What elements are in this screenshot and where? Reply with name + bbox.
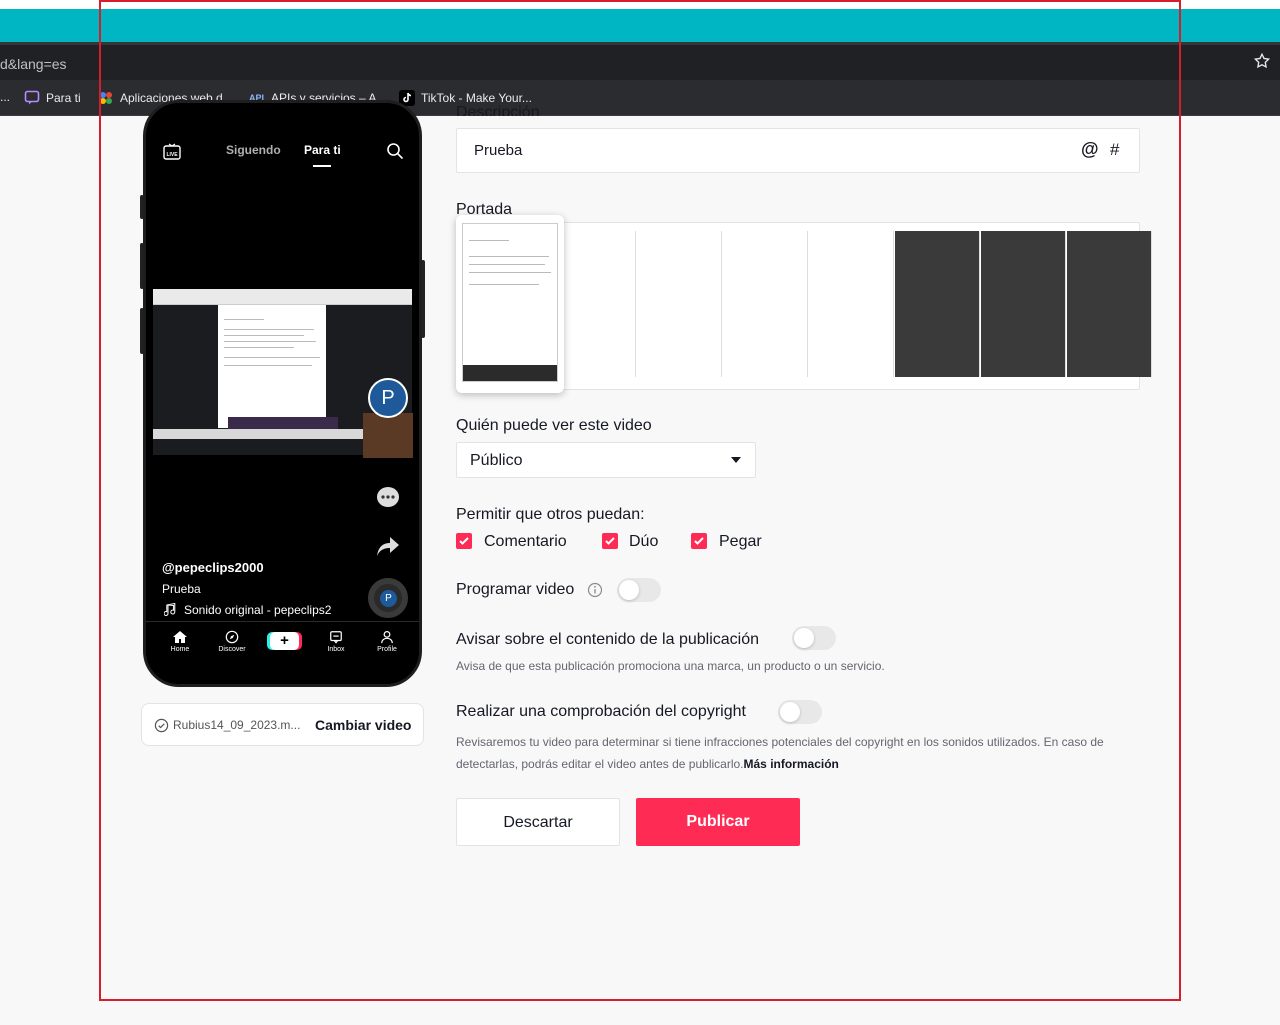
nav-profile: Profile (367, 630, 407, 653)
privacy-select[interactable]: Público (456, 442, 756, 478)
video-game-strip (228, 417, 338, 429)
nav-home: Home (160, 630, 200, 653)
address-text[interactable]: d&lang=es (0, 56, 67, 72)
sound-disc: P (368, 578, 408, 618)
profile-icon (381, 630, 393, 644)
schedule-label: Programar video (456, 581, 575, 598)
tab-for-you: Para ti (304, 143, 341, 157)
phone-preview: LIVE Siguendo Para ti P @pepeclips2000 P… (143, 100, 422, 687)
address-bar[interactable]: d&lang=es (0, 42, 1280, 80)
comment-icon (377, 487, 399, 507)
duet-option-label: Dúo (629, 533, 659, 550)
selected-cover-bottom (463, 365, 557, 381)
privacy-label: Quién puede ver este video (456, 417, 652, 434)
file-name: Rubius14_09_2023.m... (173, 718, 301, 732)
bookmark-item[interactable]: ... (0, 90, 10, 104)
selected-cover-frame[interactable] (456, 215, 564, 393)
check-circle-icon (154, 718, 169, 733)
tab-strip (0, 9, 1280, 42)
video-caption: Prueba (162, 582, 201, 596)
description-value[interactable]: Prueba (474, 142, 522, 159)
check-icon (694, 537, 704, 545)
avatar: P (368, 378, 408, 418)
publish-button[interactable]: Publicar (636, 798, 800, 846)
inbox-icon (330, 631, 342, 644)
copyright-label: Realizar una comprobación del copyright (456, 703, 746, 720)
schedule-toggle[interactable] (617, 578, 661, 602)
streamer-thumbnail (363, 413, 413, 458)
stitch-checkbox[interactable] (691, 533, 707, 549)
discard-button[interactable]: Descartar (456, 798, 620, 846)
video-browser-chrome (153, 289, 412, 305)
bookmark-para-ti[interactable]: Para ti (24, 90, 81, 106)
share-icon (377, 537, 399, 556)
compass-icon (225, 630, 239, 644)
video-taskbar (153, 429, 363, 439)
toggle-knob (794, 628, 814, 648)
more-info-link[interactable]: Más información (744, 757, 839, 771)
cover-frame[interactable] (637, 231, 722, 377)
sound-info: Sonido original - pepeclips2 (164, 603, 331, 617)
copyright-toggle[interactable] (778, 700, 822, 724)
description-input[interactable]: Prueba @ # (456, 128, 1140, 173)
chevron-down-icon (731, 457, 741, 463)
description-label: Descripción (456, 104, 540, 116)
cover-frames[interactable] (465, 231, 1152, 377)
username: @pepeclips2000 (162, 560, 264, 575)
info-icon[interactable] (587, 582, 603, 598)
disclose-help: Avisa de que esta publicación promociona… (456, 659, 885, 673)
check-icon (605, 537, 615, 545)
video-document (218, 305, 326, 428)
music-note-icon (164, 603, 176, 617)
hashtag-icon[interactable]: # (1110, 140, 1119, 160)
disclose-label: Avisar sobre el contenido de la publicac… (456, 631, 760, 648)
live-icon: LIVE (163, 143, 181, 160)
phone-bottom-nav: Home Discover + Inbox Profile (146, 621, 419, 684)
nav-discover: Discover (212, 630, 252, 653)
stitch-option-label: Pegar (719, 533, 762, 550)
comment-checkbox[interactable] (456, 533, 472, 549)
window-top-strip (0, 0, 1280, 9)
tab-indicator (313, 165, 331, 167)
chat-icon (24, 90, 40, 105)
cover-frame[interactable] (723, 231, 808, 377)
duet-checkbox[interactable] (602, 533, 618, 549)
cover-frame[interactable] (981, 231, 1066, 377)
create-icon: + (270, 632, 299, 650)
file-card: Rubius14_09_2023.m... Cambiar video (141, 703, 424, 746)
check-icon (459, 537, 469, 545)
nav-inbox: Inbox (316, 630, 356, 653)
toggle-knob (780, 702, 800, 722)
privacy-value: Público (470, 452, 523, 469)
disclose-toggle[interactable] (792, 626, 836, 650)
selected-cover-preview (462, 223, 558, 382)
search-icon (387, 143, 404, 160)
apps-icon (100, 92, 112, 104)
comment-option-label: Comentario (484, 533, 567, 550)
cover-frame[interactable] (895, 231, 980, 377)
cover-frame[interactable] (1067, 231, 1152, 377)
tab-following: Siguendo (226, 143, 281, 157)
svg-text:LIVE: LIVE (166, 152, 178, 158)
bookmark-star-icon[interactable] (1253, 52, 1271, 70)
mention-icon[interactable]: @ (1081, 139, 1099, 160)
allow-label: Permitir que otros puedan: (456, 506, 645, 523)
cover-frame[interactable] (809, 231, 894, 377)
home-icon (173, 631, 187, 643)
change-video-button[interactable]: Cambiar video (315, 717, 411, 733)
copyright-help: Revisaremos tu video para determinar si … (456, 735, 1104, 771)
toggle-knob (619, 580, 639, 600)
